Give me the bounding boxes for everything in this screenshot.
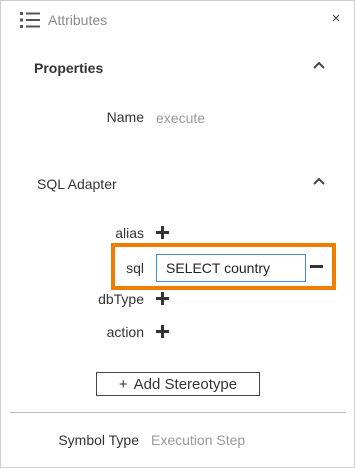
add-stereotype-button[interactable]: + Add Stereotype xyxy=(96,372,260,396)
add-action-plus-icon[interactable] xyxy=(156,325,169,338)
sql-adapter-section-title: SQL Adapter xyxy=(37,176,117,192)
name-value[interactable]: execute xyxy=(156,110,205,126)
symbol-type-label: Symbol Type xyxy=(58,432,139,448)
add-alias-plus-icon[interactable] xyxy=(156,226,169,239)
alias-label: alias xyxy=(115,225,144,241)
action-label: action xyxy=(106,324,144,340)
add-stereotype-label: Add Stereotype xyxy=(133,375,238,393)
properties-section-title: Properties xyxy=(34,60,104,76)
panel-title: Attributes xyxy=(48,12,108,28)
name-label: Name xyxy=(106,109,144,125)
chevron-up-icon[interactable] xyxy=(312,176,326,186)
divider xyxy=(10,412,346,413)
plus-icon: + xyxy=(118,375,128,393)
dbtype-label: dbType xyxy=(98,291,144,307)
sql-label: sql xyxy=(126,260,144,276)
chevron-up-icon[interactable] xyxy=(312,60,326,70)
remove-sql-minus-icon[interactable] xyxy=(310,260,323,273)
sql-input[interactable] xyxy=(156,254,306,282)
close-icon[interactable]: × xyxy=(328,9,344,29)
attributes-panel: Attributes × Properties Name execute SQL… xyxy=(0,0,355,468)
symbol-type-value: Execution Step xyxy=(151,432,246,448)
panel-header: Attributes × xyxy=(1,1,354,39)
list-icon xyxy=(20,12,40,28)
add-dbtype-plus-icon[interactable] xyxy=(156,292,169,305)
